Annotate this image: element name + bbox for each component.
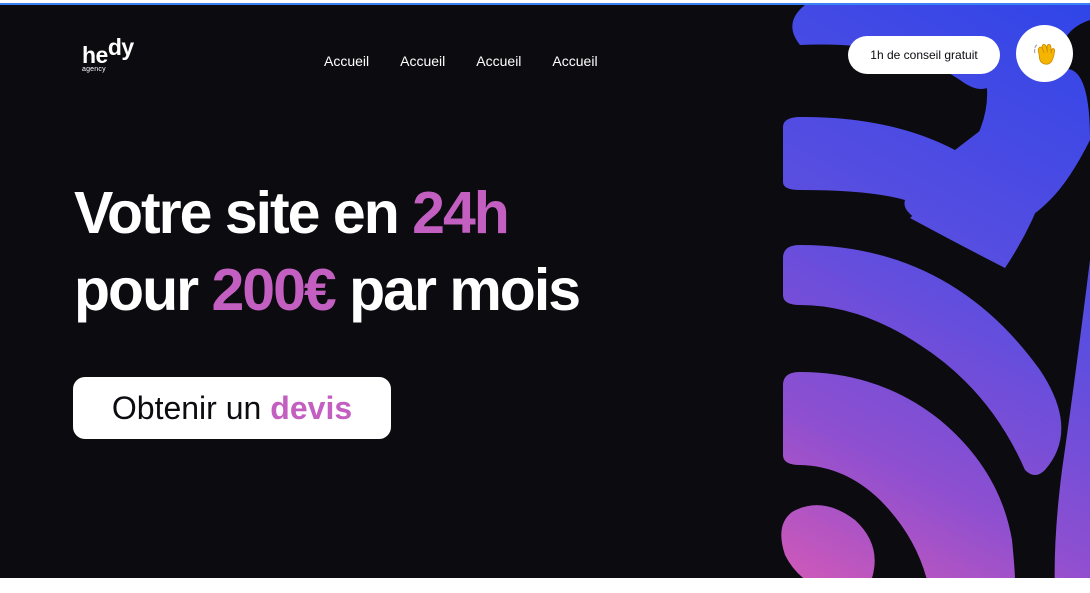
wave-button[interactable]	[1016, 25, 1073, 82]
cta-accent-label: devis	[270, 389, 353, 426]
hero-headline: Votre site en 24h pour 200€ par mois	[74, 180, 581, 323]
main-nav: Accueil Accueil Accueil Accueil	[324, 53, 598, 69]
nav-link-accueil-1[interactable]: Accueil	[324, 53, 369, 69]
cta-label: Obtenir un	[111, 389, 262, 426]
free-consultation-button[interactable]: 1h de conseil gratuit	[848, 36, 1000, 74]
hero-section: hedy agency Accueil Accueil Accueil Accu…	[0, 5, 1090, 578]
nav-link-accueil-3[interactable]: Accueil	[476, 53, 521, 69]
waving-hand-icon	[1033, 43, 1055, 65]
get-quote-button[interactable]: Obtenir un devis	[73, 377, 391, 439]
hedy-logo[interactable]: hedy agency	[82, 34, 134, 74]
nav-link-accueil-2[interactable]: Accueil	[400, 53, 445, 69]
nav-link-accueil-4[interactable]: Accueil	[552, 53, 597, 69]
top-border-line	[0, 3, 1090, 5]
logo-wordmark: hedy	[82, 34, 134, 68]
